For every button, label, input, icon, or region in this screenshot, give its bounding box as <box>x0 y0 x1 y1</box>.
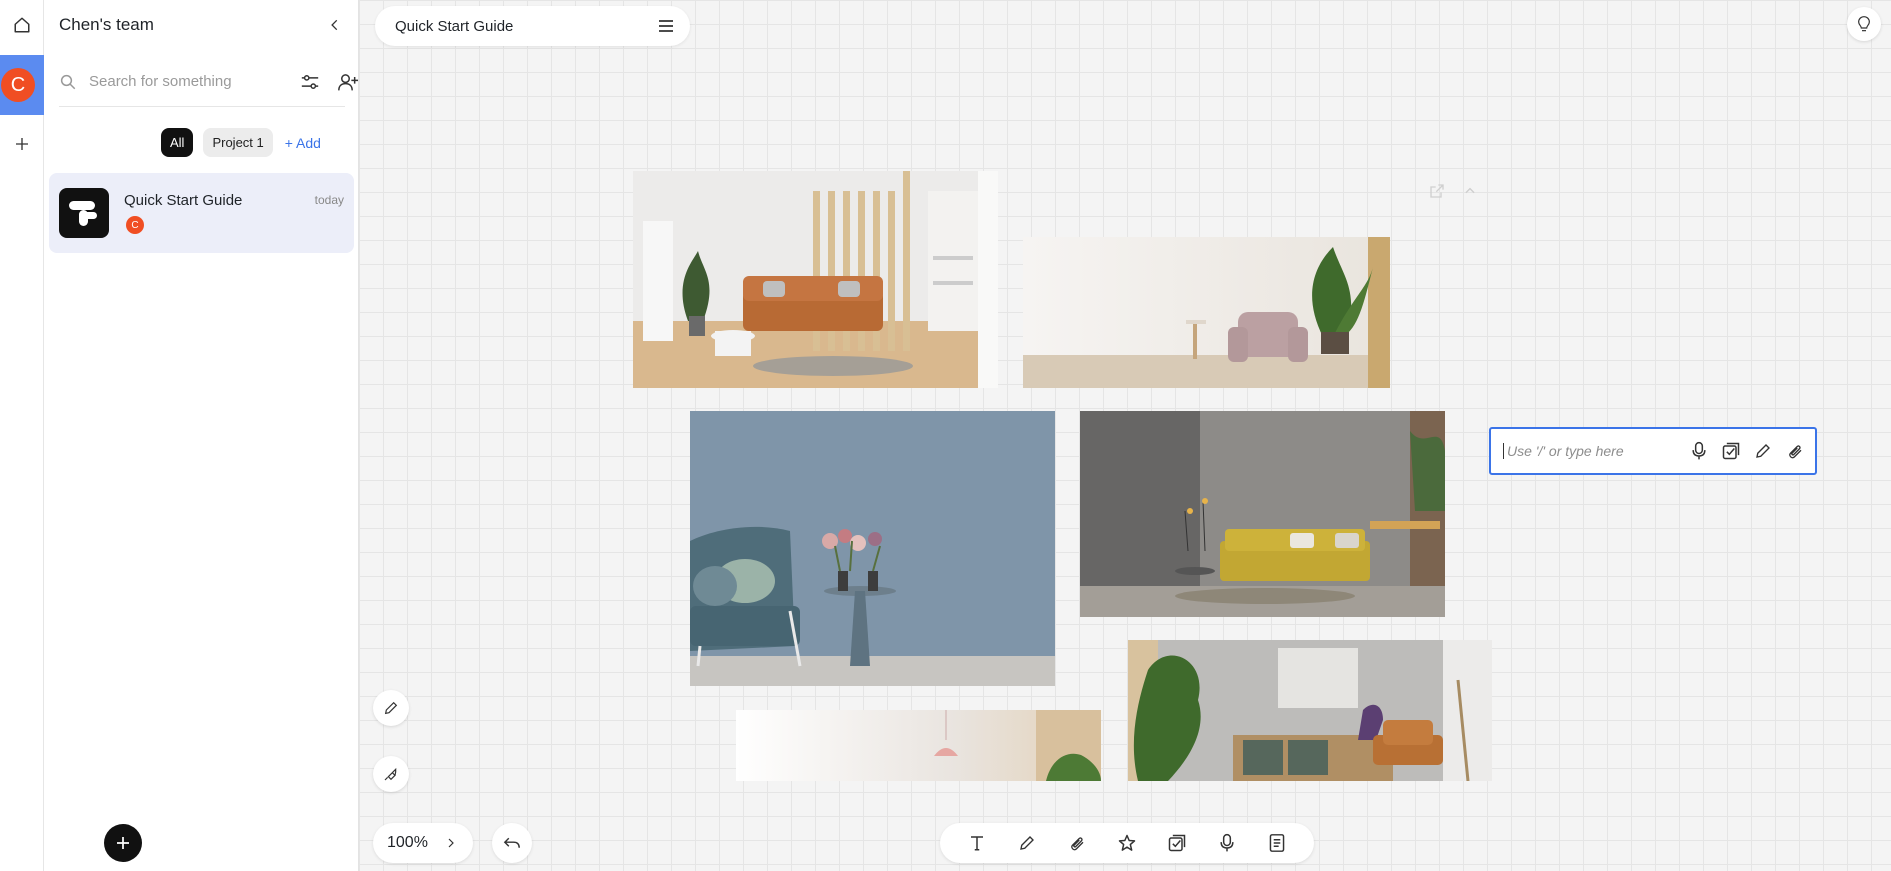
checklist-tool-button[interactable] <box>1162 828 1192 858</box>
zoom-level[interactable]: 100% <box>387 834 432 852</box>
document-tab[interactable]: Quick Start Guide <box>375 6 690 46</box>
search-divider <box>59 106 345 107</box>
document-thumbnail <box>59 188 109 238</box>
chip-project-1[interactable]: Project 1 <box>203 128 273 157</box>
pen-tool-button[interactable] <box>1012 828 1042 858</box>
pen-icon <box>1018 834 1036 852</box>
insert-toolbar <box>940 823 1314 863</box>
note-input[interactable] <box>1503 443 1683 459</box>
paperclip-icon <box>1068 833 1086 853</box>
text-icon <box>968 834 986 852</box>
highlighter-tool-button[interactable] <box>373 756 409 792</box>
add-team-button[interactable] <box>0 119 44 169</box>
owner-avatar: C <box>126 216 144 234</box>
search-row <box>59 57 389 107</box>
text-tool-button[interactable] <box>962 828 992 858</box>
list-doc-icon <box>1268 833 1286 853</box>
external-link-icon <box>1429 183 1445 199</box>
room-image-tan-chair[interactable] <box>1128 640 1492 781</box>
collapse-group-button[interactable] <box>1460 181 1480 201</box>
lightbulb-icon <box>1856 15 1872 33</box>
checklist-button[interactable] <box>1719 439 1743 463</box>
chevron-right-icon <box>445 836 457 850</box>
ideas-button[interactable] <box>1847 7 1881 41</box>
zoom-control: 100% <box>373 823 473 863</box>
zoom-menu-button[interactable] <box>441 833 461 853</box>
room-image-blue-wall[interactable] <box>690 411 1055 686</box>
document-tab-title: Quick Start Guide <box>395 17 514 35</box>
document-title: Quick Start Guide <box>124 192 243 209</box>
pencil-icon <box>383 700 399 716</box>
project-filter-chips: All Project 1 + Add <box>161 128 323 157</box>
plus-icon <box>115 835 131 851</box>
note-tools <box>1687 439 1807 463</box>
checkbox-icon <box>1167 833 1187 853</box>
search-box <box>59 57 289 107</box>
add-user-icon <box>337 72 359 92</box>
note-input-card[interactable] <box>1489 427 1817 475</box>
open-external-button[interactable] <box>1427 181 1447 201</box>
add-project-button[interactable]: + Add <box>283 128 323 157</box>
voice-tool-button[interactable] <box>1212 828 1242 858</box>
star-icon <box>1117 833 1137 853</box>
plus-icon <box>14 136 30 152</box>
new-document-button[interactable] <box>104 824 142 862</box>
chevron-left-icon <box>328 18 342 32</box>
team-switcher-button[interactable]: C <box>0 55 44 115</box>
pencil-icon <box>1754 442 1772 460</box>
highlighter-icon <box>383 766 399 782</box>
microphone-icon <box>1692 441 1706 461</box>
sidebar: Chen's team All Project 1 + Add <box>44 0 359 871</box>
chip-all[interactable]: All <box>161 128 194 157</box>
app-rail: C <box>0 0 44 871</box>
document-date: today <box>314 193 344 207</box>
document-list-item[interactable]: Quick Start Guide today C <box>49 173 354 253</box>
document-tool-button[interactable] <box>1262 828 1292 858</box>
attach-button[interactable] <box>1783 439 1807 463</box>
microphone-icon <box>1220 833 1234 853</box>
paperclip-icon <box>1786 441 1804 461</box>
team-avatar: C <box>1 68 35 102</box>
home-button[interactable] <box>0 0 44 50</box>
room-image-yellow-sofa[interactable] <box>1080 411 1445 617</box>
draw-button[interactable] <box>1751 439 1775 463</box>
undo-icon <box>502 835 522 851</box>
menu-icon <box>658 19 674 33</box>
add-member-button[interactable] <box>334 68 362 96</box>
favorite-tool-button[interactable] <box>1112 828 1142 858</box>
undo-button[interactable] <box>492 823 532 863</box>
checkbox-icon <box>1721 441 1741 461</box>
voice-note-button[interactable] <box>1687 439 1711 463</box>
search-icon <box>59 73 77 91</box>
search-input[interactable] <box>89 73 269 90</box>
pen-tool-button[interactable] <box>373 690 409 726</box>
filters-button[interactable] <box>296 68 324 96</box>
team-title: Chen's team <box>59 15 154 34</box>
sliders-icon <box>300 73 320 91</box>
collapse-sidebar-button[interactable] <box>324 14 346 36</box>
chevron-up-icon <box>1463 184 1477 198</box>
room-image-pink-lamp[interactable] <box>736 710 1101 781</box>
room-image-orange-sofa[interactable] <box>633 171 998 388</box>
attachment-tool-button[interactable] <box>1062 828 1092 858</box>
home-icon <box>13 16 31 34</box>
document-menu-button[interactable] <box>656 16 676 36</box>
whiteboard-canvas[interactable]: Quick Start Guide Use '/' or type here 1… <box>359 0 1891 871</box>
room-image-pink-armchair[interactable] <box>1023 237 1390 388</box>
